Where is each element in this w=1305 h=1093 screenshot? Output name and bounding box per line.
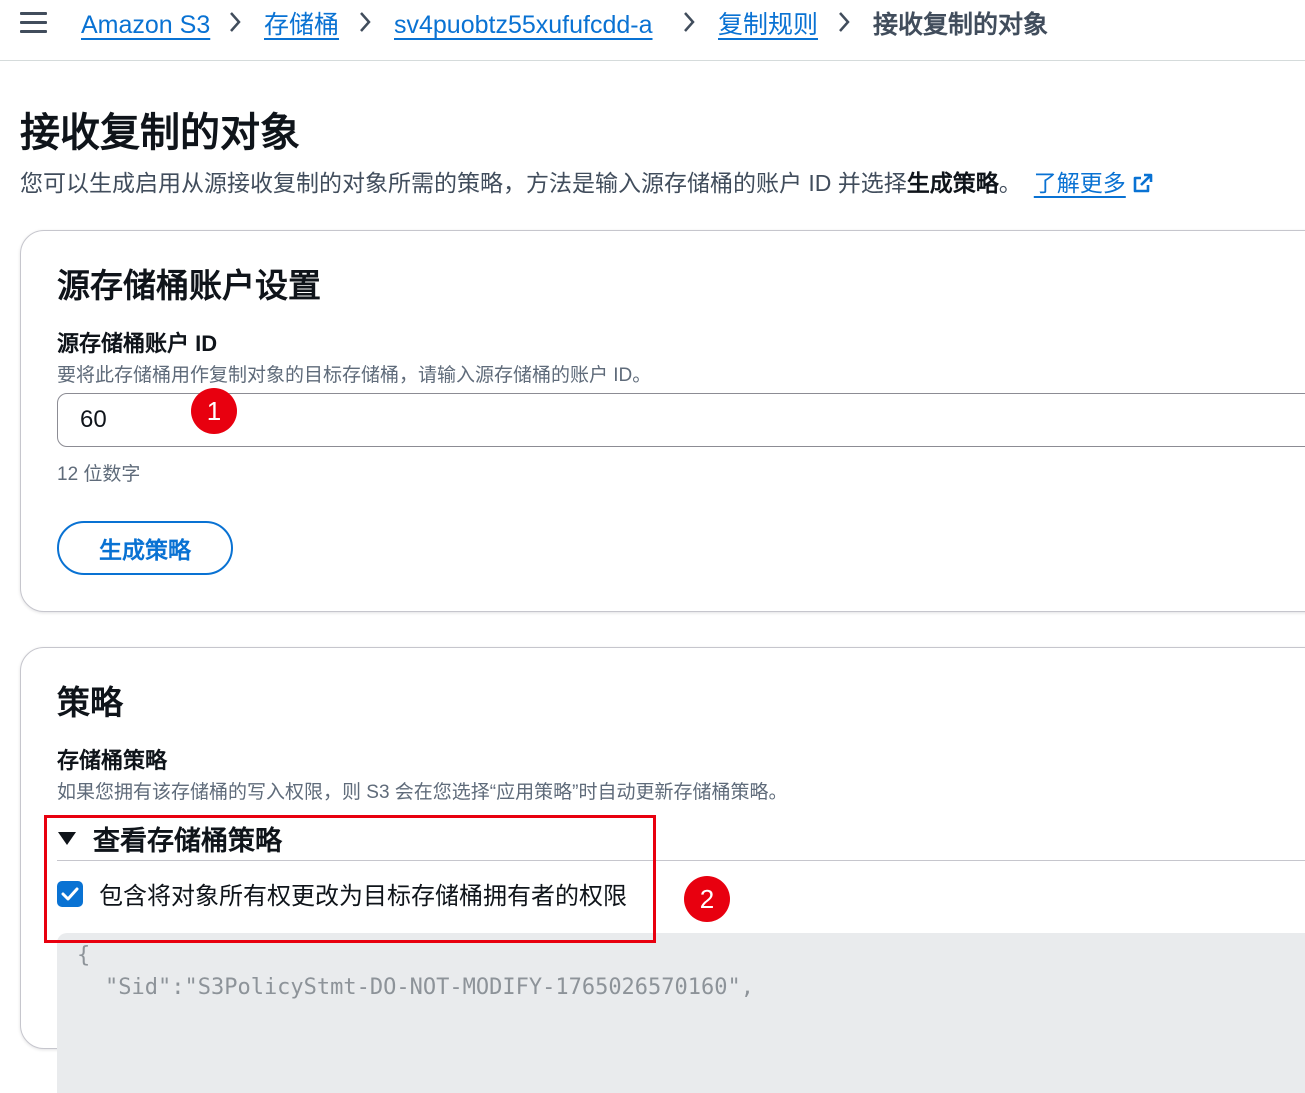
source-account-id-description: 要将此存储桶用作复制对象的目标存储桶，请输入源存储桶的账户 ID。 — [57, 365, 652, 386]
bucket-policy-code-viewer: { "Sid":"S3PolicyStmt-DO-NOT-MODIFY-1765… — [57, 933, 1305, 1093]
annotation-marker-1: 1 — [191, 388, 237, 434]
bucket-policy-label: 存储桶策略 — [57, 748, 168, 773]
breadcrumb-bucket-name[interactable]: sv4puobtz55xufufcdd-a — [394, 8, 653, 42]
page-description-bold: 生成策略 — [906, 170, 999, 196]
learn-more-label: 了解更多 — [1033, 170, 1126, 196]
chevron-right-icon — [839, 12, 850, 32]
top-navigation-bar: Amazon S3 存储桶 sv4puobtz55xufufcdd-a 复制规则… — [0, 0, 1305, 61]
page-title: 接收复制的对象 — [20, 111, 300, 155]
generate-policy-button[interactable]: 生成策略 — [57, 521, 233, 575]
breadcrumb-buckets[interactable]: 存储桶 — [264, 8, 339, 42]
page-description-text: 您可以生成启用从源接收复制的对象所需的策略，方法是输入源存储桶的账户 ID 并选… — [20, 170, 907, 196]
chevron-right-icon — [360, 12, 371, 32]
source-account-settings-title: 源存储桶账户设置 — [57, 267, 321, 304]
annotation-highlight-box — [44, 815, 656, 943]
chevron-right-icon — [230, 12, 241, 32]
learn-more-link[interactable]: 了解更多 — [1034, 170, 1154, 196]
annotation-marker-2: 2 — [684, 876, 730, 922]
menu-icon[interactable] — [20, 12, 47, 34]
source-account-id-input[interactable] — [57, 393, 1305, 447]
breadcrumb-current: 接收复制的对象 — [873, 11, 1049, 39]
source-account-id-label: 源存储桶账户 ID — [57, 331, 218, 356]
breadcrumb-amazon-s3[interactable]: Amazon S3 — [81, 8, 210, 42]
breadcrumb-replication-rules[interactable]: 复制规则 — [718, 8, 818, 42]
page-description: 您可以生成启用从源接收复制的对象所需的策略，方法是输入源存储桶的账户 ID 并选… — [20, 166, 1154, 200]
policy-title: 策略 — [57, 684, 123, 721]
policy-code-line: { — [77, 943, 91, 968]
chevron-right-icon — [684, 12, 695, 32]
page-description-end: 。 — [998, 170, 1022, 196]
external-link-icon — [1133, 173, 1153, 193]
policy-code-line: "Sid":"S3PolicyStmt-DO-NOT-MODIFY-176502… — [105, 975, 755, 1000]
source-account-id-constraint: 12 位数字 — [57, 464, 141, 485]
bucket-policy-description: 如果您拥有该存储桶的写入权限，则 S3 会在您选择“应用策略”时自动更新存储桶策… — [57, 782, 788, 803]
